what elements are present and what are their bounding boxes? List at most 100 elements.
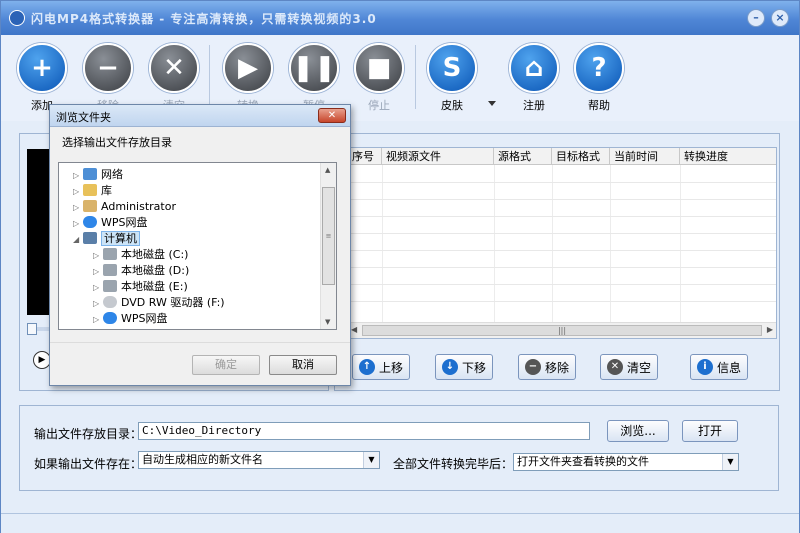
tree-item-label: WPS网盘 [101,216,148,229]
horizontal-scrollbar[interactable]: ◀ ||| ▶ [348,322,776,338]
computer-icon [83,232,97,244]
output-dir-label: 输出文件存放目录： [34,427,143,441]
collapse-icon[interactable]: ◢ [73,232,83,248]
x-icon: ✕ [607,359,623,375]
dialog-divider [50,342,350,343]
scroll-right-icon[interactable]: ▶ [767,325,773,334]
folder-tree[interactable]: ▷ 网络 ▷ 库 ▷ Administrator ▷ WPS网盘 ◢ 计算机 ▷ 本地磁盘 … [58,162,337,330]
help-label: 帮助 [588,99,610,112]
column-header[interactable]: 视频源文件 [382,148,494,165]
dialog-title-bar[interactable]: 浏览文件夹 ✕ [50,105,350,127]
stop-label: 停止 [368,99,390,112]
file-exists-select[interactable]: 自动生成相应的新文件名 ▼ [138,451,380,469]
title-bar[interactable]: 闪电MP4格式转换器 - 专注高清转换，只需转换视频的3.0 – × [1,1,799,35]
grid-line [494,165,495,323]
user-folder-icon [83,200,97,212]
minimize-button[interactable]: – [747,9,765,27]
tree-item-drive-c[interactable]: ▷ 本地磁盘 (C:) [93,247,188,263]
move-up-button[interactable]: ↑ 上移 [352,354,411,380]
list-remove-button[interactable]: − 移除 [518,354,577,380]
output-dir-input[interactable]: C:\Video_Directory [138,422,590,440]
column-header[interactable]: 源格式 [494,148,552,165]
scroll-thumb[interactable]: ||| [362,325,762,336]
tree-item-drive-e[interactable]: ▷ 本地磁盘 (E:) [93,279,188,295]
expand-icon[interactable]: ▷ [93,296,103,312]
info-label: 信息 [717,360,742,375]
scroll-up-icon[interactable]: ▲ [325,166,330,174]
dialog-close-button[interactable]: ✕ [318,108,346,123]
table-row [348,267,776,268]
chevron-down-icon[interactable] [488,101,496,106]
table-row [348,199,776,200]
minus-icon: − [525,359,541,375]
tree-item-wps-cloud-drive[interactable]: ▷ WPS网盘 [93,311,168,327]
expand-icon[interactable]: ▷ [93,248,103,264]
help-button[interactable]: ? 帮助 [571,43,627,113]
hard-drive-icon [103,248,117,260]
open-button[interactable]: 打开 [682,420,738,442]
stop-button[interactable]: ■ 停止 [351,43,407,113]
browse-button[interactable]: 浏览... [607,420,669,442]
file-table[interactable]: 序号 视频源文件 源格式 目标格式 当前时间 转换进度 ◀ ||| ▶ [347,147,777,339]
move-down-button[interactable]: ↓ 下移 [435,354,494,380]
seek-slider[interactable] [27,323,37,335]
dvd-drive-icon [103,296,117,308]
tree-item-drive-d[interactable]: ▷ 本地磁盘 (D:) [93,263,189,279]
expand-icon[interactable]: ▷ [73,216,83,232]
expand-icon[interactable]: ▷ [73,184,83,200]
cloud-icon [83,216,97,228]
tree-item-dvd-drive[interactable]: ▷ DVD RW 驱动器 (F:) [93,295,225,311]
dialog-title: 浏览文件夹 [56,111,111,124]
toolbar-separator [209,45,210,109]
add-button[interactable]: + 添加 [14,43,70,113]
move-down-label: 下移 [462,360,487,375]
home-icon: ⌂ [509,43,559,93]
tree-item-administrator[interactable]: ▷ Administrator [73,199,176,215]
file-exists-label: 如果输出文件存在： [34,457,143,471]
after-complete-select[interactable]: 打开文件夹查看转换的文件 ▼ [513,453,739,471]
convert-button[interactable]: ▶ 转换 [220,43,276,113]
tree-vertical-scrollbar[interactable]: ▲ ≡ ▼ [320,163,336,329]
tree-item-label: 计算机 [101,231,140,246]
network-icon [83,168,97,180]
skin-button[interactable]: S 皮肤 [424,43,480,113]
clear-button[interactable]: ✕ 清空 [146,43,202,113]
ok-button[interactable]: 确定 [192,355,260,375]
library-icon [83,184,97,196]
skin-label: 皮肤 [441,99,463,112]
cancel-button[interactable]: 取消 [269,355,337,375]
column-header[interactable]: 当前时间 [610,148,680,165]
chevron-down-icon[interactable]: ▼ [363,452,379,468]
list-clear-button[interactable]: ✕ 清空 [600,354,659,380]
arrow-down-icon: ↓ [442,359,458,375]
expand-icon[interactable]: ▷ [73,168,83,184]
column-header[interactable]: 序号 [348,148,382,165]
tree-item-label: WPS网盘 [121,312,168,325]
close-button[interactable]: × [771,9,789,27]
tree-item-library[interactable]: ▷ 库 [73,183,112,199]
expand-icon[interactable]: ▷ [73,200,83,216]
chevron-down-icon[interactable]: ▼ [722,454,738,470]
grid-line [552,165,553,323]
tree-item-network[interactable]: ▷ 网络 [73,167,123,183]
info-button[interactable]: i 信息 [690,354,749,380]
scroll-down-icon[interactable]: ▼ [325,318,330,326]
scroll-left-icon[interactable]: ◀ [351,325,357,334]
pause-button[interactable]: ❚❚ 暂停 [286,43,342,113]
remove-button[interactable]: − 移除 [80,43,136,113]
column-header[interactable]: 转换进度 [680,148,776,165]
column-header[interactable]: 目标格式 [552,148,610,165]
skin-icon: S [427,43,477,93]
expand-icon[interactable]: ▷ [93,280,103,296]
expand-icon[interactable]: ▷ [93,264,103,280]
scroll-thumb[interactable]: ≡ [322,187,335,285]
tree-item-label: DVD RW 驱动器 (F:) [121,296,225,309]
expand-icon[interactable]: ▷ [93,312,103,328]
tree-item-computer[interactable]: ◢ 计算机 [73,231,140,247]
window-title: 闪电MP4格式转换器 - 专注高清转换，只需转换视频的3.0 [31,12,377,26]
move-up-label: 上移 [379,360,404,375]
output-settings-panel [19,405,779,491]
register-button[interactable]: ⌂ 注册 [506,43,562,113]
tree-item-wps-cloud[interactable]: ▷ WPS网盘 [73,215,148,231]
table-row [348,301,776,302]
